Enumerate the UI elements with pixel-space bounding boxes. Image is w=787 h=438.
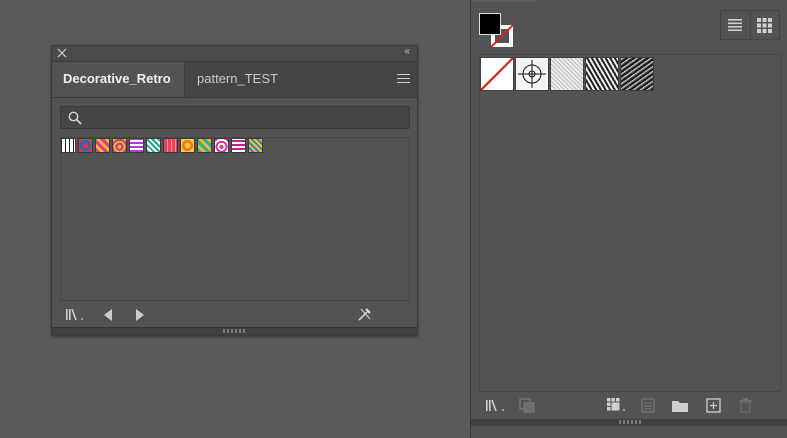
swatch-library-panel: ‹‹ Decorative_Retro pattern_TEST	[51, 45, 418, 336]
library-swatch-9[interactable]	[197, 138, 212, 153]
view-toggle	[720, 10, 780, 40]
new-swatch-icon[interactable]	[706, 398, 721, 413]
swatch-library-area	[60, 137, 410, 301]
library-swatch-2[interactable]	[78, 138, 93, 153]
collapse-icon[interactable]: ‹‹	[404, 46, 410, 57]
panel-tab-strip	[471, 0, 535, 2]
dock-resize-grip[interactable]	[471, 419, 787, 426]
library-swatch-8[interactable]	[180, 138, 195, 153]
tab-bar: Decorative_Retro pattern_TEST	[52, 62, 417, 98]
color-group-icon	[641, 398, 655, 413]
pattern-swatch-dark[interactable]	[620, 57, 654, 91]
new-group-folder-icon[interactable]	[671, 399, 689, 413]
thumbnail-view-button[interactable]	[751, 11, 780, 39]
library-swatch-11[interactable]	[231, 138, 246, 153]
library-swatch-7[interactable]	[163, 138, 178, 153]
library-swatch-3[interactable]	[95, 138, 110, 153]
resize-grip[interactable]	[52, 327, 417, 335]
trash-icon	[739, 398, 752, 413]
swatch-grid-area	[479, 54, 781, 392]
tab-decorative-retro[interactable]: Decorative_Retro	[52, 62, 185, 97]
library-swatch-list	[61, 138, 265, 154]
swatches-footer	[471, 396, 787, 418]
none-swatch[interactable]	[480, 57, 514, 91]
fill-stroke-indicator[interactable]	[479, 13, 515, 49]
library-swatch-1[interactable]	[61, 138, 76, 153]
swatch-libraries-menu-icon[interactable]	[485, 399, 509, 413]
show-kinds-icon	[519, 398, 535, 413]
swatches-panel	[470, 0, 787, 438]
swatch-row	[480, 57, 655, 91]
swatch-options-icon[interactable]	[607, 398, 629, 413]
grid-view-icon	[757, 17, 773, 33]
search-input[interactable]	[85, 109, 409, 128]
close-icon[interactable]	[57, 48, 67, 58]
list-view-button[interactable]	[721, 11, 751, 39]
library-swatch-6[interactable]	[146, 138, 161, 153]
registration-swatch[interactable]	[515, 57, 549, 91]
pattern-swatch-fine[interactable]	[550, 57, 584, 91]
libraries-menu-icon[interactable]	[65, 308, 87, 322]
panel-titlebar[interactable]: ‹‹	[52, 46, 417, 62]
previous-library-icon[interactable]	[103, 308, 113, 322]
panel-menu-icon[interactable]	[397, 74, 410, 84]
list-view-icon	[728, 19, 743, 31]
library-swatch-10[interactable]	[214, 138, 229, 153]
search-icon	[68, 111, 82, 125]
library-swatch-4[interactable]	[112, 138, 127, 153]
tab-pattern-test[interactable]: pattern_TEST	[186, 62, 289, 97]
next-library-icon[interactable]	[135, 308, 145, 322]
search-field[interactable]	[60, 106, 410, 129]
library-swatch-12[interactable]	[248, 138, 263, 153]
fill-swatch[interactable]	[479, 13, 501, 35]
eyedropper-icon[interactable]	[357, 306, 373, 322]
library-swatch-5[interactable]	[129, 138, 144, 153]
pattern-swatch-mosaic[interactable]	[585, 57, 619, 91]
library-footer	[52, 303, 417, 328]
